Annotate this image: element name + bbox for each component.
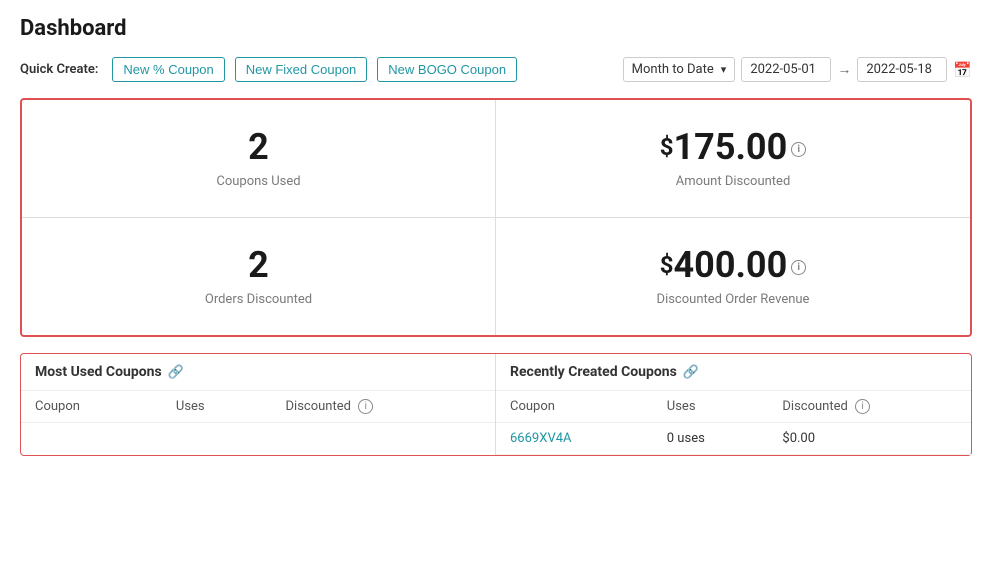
most-used-table-header-row: Coupon Uses Discounted i [21, 391, 495, 423]
quick-create-label: Quick Create: [20, 62, 98, 77]
most-used-title: Most Used Coupons [35, 364, 162, 380]
amount-discounted-value: $175.00i [660, 128, 807, 168]
recently-created-external-link-icon[interactable]: 🔗 [683, 365, 699, 380]
period-dropdown[interactable]: Month to Date ▾ [623, 57, 736, 82]
most-used-col-uses: Uses [162, 391, 272, 423]
discounted-order-revenue-value: $400.00i [660, 246, 807, 286]
most-used-coupons-section: Most Used Coupons 🔗 Coupon Uses Discount… [21, 354, 496, 455]
row-uses: 0 uses [653, 423, 769, 455]
discounted-order-revenue-info-icon[interactable]: i [791, 260, 806, 275]
recently-created-table: Coupon Uses Discounted i 6669XV4A 0 uses… [496, 391, 971, 455]
discounted-order-revenue-label: Discounted Order Revenue [657, 292, 810, 307]
toolbar: Quick Create: New % Coupon New Fixed Cou… [20, 57, 972, 82]
new-percent-coupon-button[interactable]: New % Coupon [112, 57, 224, 82]
most-used-header: Most Used Coupons 🔗 [21, 354, 495, 391]
stats-grid: 2 Coupons Used $175.00i Amount Discounte… [20, 98, 972, 337]
dollar-sign-2: $ [660, 246, 674, 278]
new-fixed-coupon-button[interactable]: New Fixed Coupon [235, 57, 368, 82]
calendar-icon[interactable]: 📅 [953, 61, 972, 79]
chevron-down-icon: ▾ [721, 63, 727, 76]
most-used-col-coupon: Coupon [21, 391, 162, 423]
coupons-used-label: Coupons Used [216, 174, 300, 189]
orders-discounted-value: 2 [248, 246, 269, 286]
most-used-discounted-info-icon[interactable]: i [358, 399, 373, 414]
table-row: 6669XV4A 0 uses $0.00 [496, 423, 971, 455]
new-bogo-coupon-button[interactable]: New BOGO Coupon [377, 57, 517, 82]
dollar-sign: $ [660, 128, 674, 160]
tables-section: Most Used Coupons 🔗 Coupon Uses Discount… [20, 353, 972, 456]
page-title: Dashboard [20, 16, 972, 41]
stat-amount-discounted: $175.00i Amount Discounted [496, 100, 970, 218]
recently-created-col-coupon: Coupon [496, 391, 653, 423]
recently-created-title: Recently Created Coupons [510, 364, 677, 380]
most-used-external-link-icon[interactable]: 🔗 [168, 365, 184, 380]
recently-created-col-uses: Uses [653, 391, 769, 423]
orders-discounted-label: Orders Discounted [205, 292, 312, 307]
amount-discounted-info-icon[interactable]: i [791, 142, 806, 157]
most-used-table: Coupon Uses Discounted i [21, 391, 495, 423]
stat-discounted-order-revenue: $400.00i Discounted Order Revenue [496, 218, 970, 336]
recently-created-table-header-row: Coupon Uses Discounted i [496, 391, 971, 423]
row-discounted: $0.00 [768, 423, 971, 455]
row-coupon: 6669XV4A [496, 423, 653, 455]
coupon-link[interactable]: 6669XV4A [510, 431, 572, 446]
date-arrow: → [837, 61, 851, 78]
recently-created-col-discounted: Discounted i [768, 391, 971, 423]
recently-created-discounted-info-icon[interactable]: i [855, 399, 870, 414]
stat-coupons-used: 2 Coupons Used [22, 100, 496, 218]
date-to-input[interactable]: 2022-05-18 [857, 57, 947, 82]
dashboard-page: Dashboard Quick Create: New % Coupon New… [0, 0, 992, 582]
date-from-input[interactable]: 2022-05-01 [741, 57, 831, 82]
date-filter: Month to Date ▾ 2022-05-01 → 2022-05-18 … [623, 57, 972, 82]
amount-discounted-label: Amount Discounted [676, 174, 791, 189]
coupons-used-value: 2 [248, 128, 269, 168]
most-used-col-discounted: Discounted i [272, 391, 495, 423]
recently-created-header: Recently Created Coupons 🔗 [496, 354, 971, 391]
stat-orders-discounted: 2 Orders Discounted [22, 218, 496, 336]
recently-created-coupons-section: Recently Created Coupons 🔗 Coupon Uses D… [496, 354, 971, 455]
